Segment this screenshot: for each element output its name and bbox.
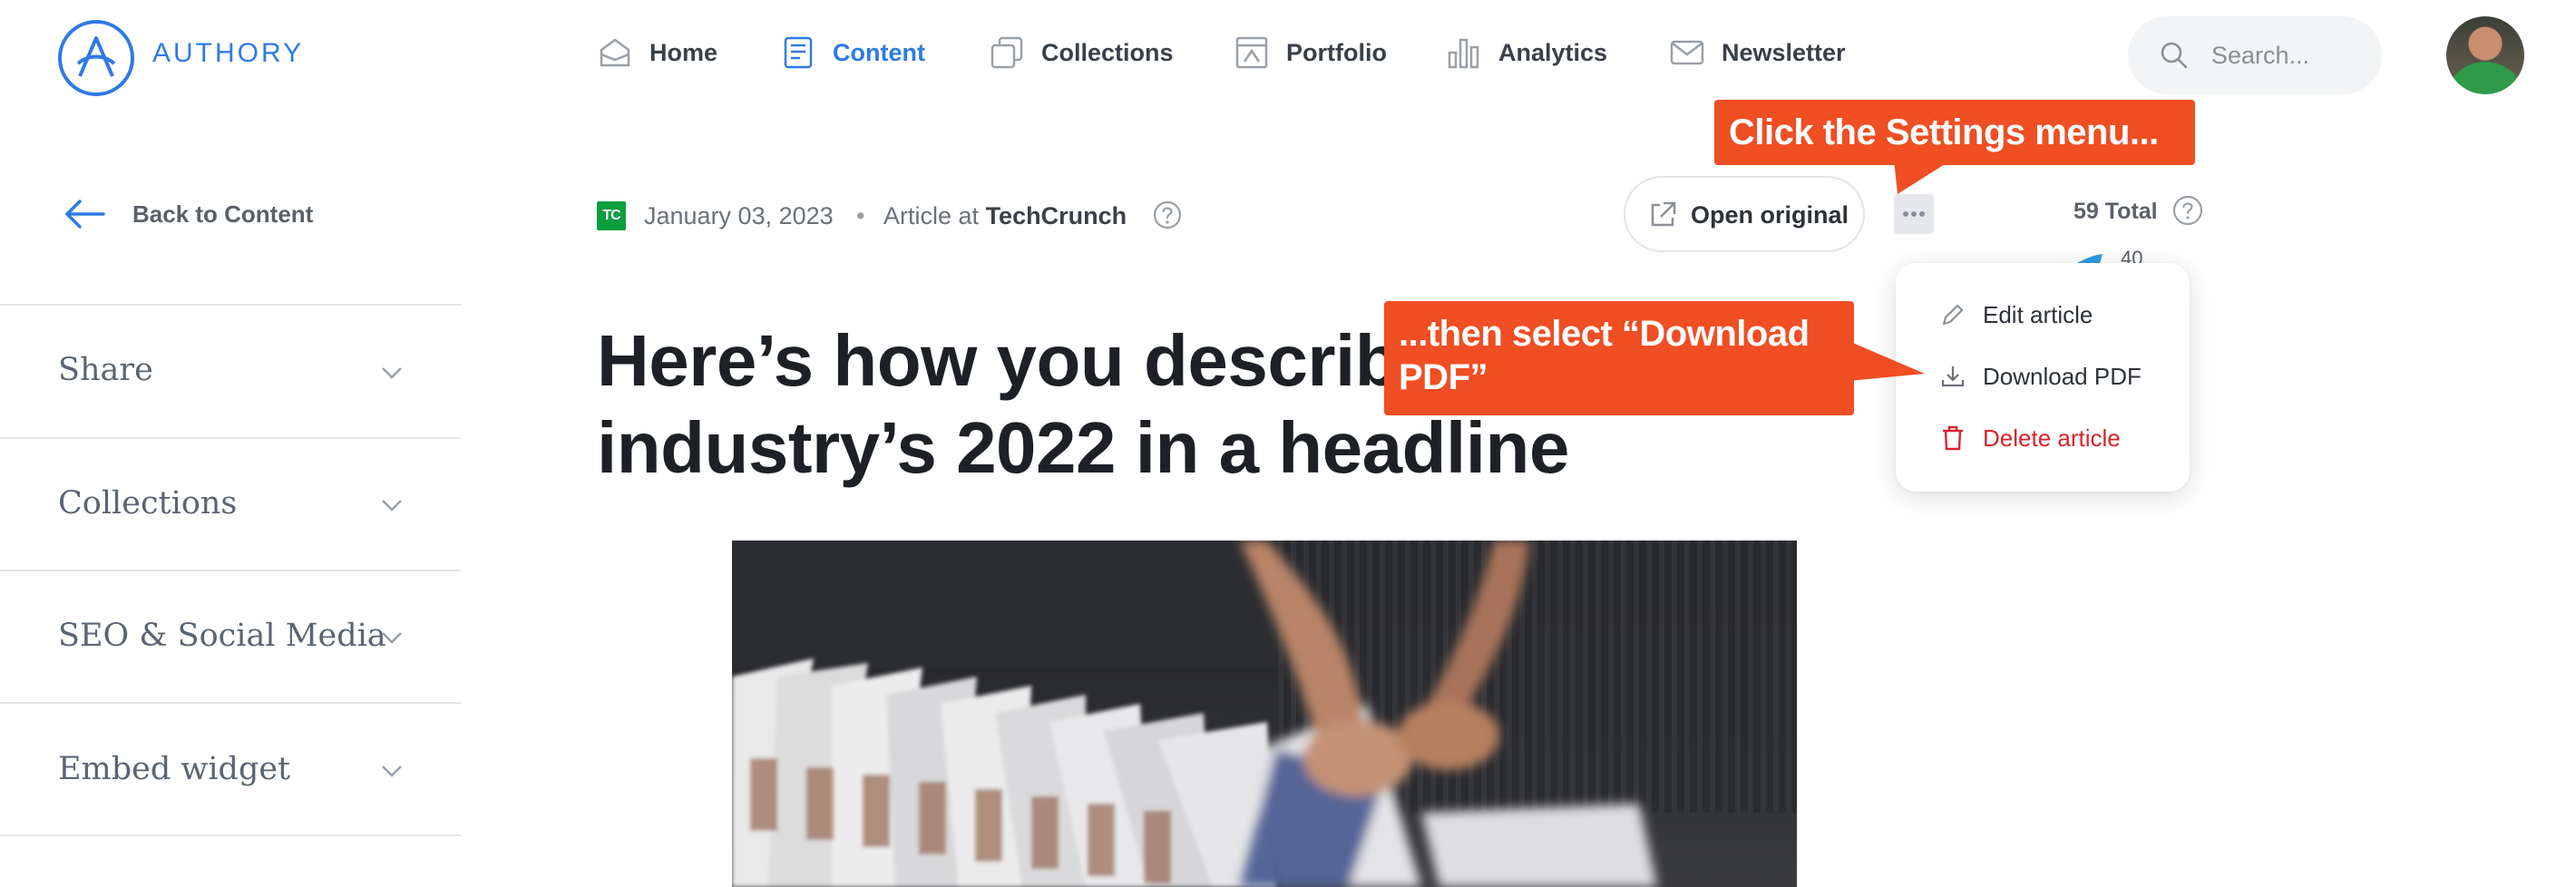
article-hero-image bbox=[732, 541, 1797, 887]
sidebar-section-seo[interactable]: SEO & Social Media bbox=[58, 616, 386, 656]
menu-item-label: Edit article bbox=[1983, 301, 2093, 328]
back-to-content-link[interactable]: Back to Content bbox=[132, 198, 313, 230]
newspaper-press-image bbox=[732, 541, 1797, 887]
chevron-down-icon[interactable] bbox=[379, 629, 405, 646]
article-type: Article at TechCrunch bbox=[883, 200, 1127, 232]
divider bbox=[0, 570, 461, 571]
sidebar-section-collections[interactable]: Collections bbox=[58, 483, 237, 523]
nav-content[interactable]: Content bbox=[780, 31, 925, 74]
headline-line-2: industry’s 2022 in a headline bbox=[597, 407, 1569, 488]
nav-newsletter[interactable]: Newsletter bbox=[1669, 31, 1846, 74]
divider bbox=[0, 834, 461, 836]
menu-item-label: Download PDF bbox=[1983, 363, 2142, 390]
arrow-left-icon[interactable] bbox=[63, 196, 107, 232]
chevron-down-icon[interactable] bbox=[379, 365, 405, 381]
authory-logo[interactable] bbox=[56, 18, 136, 98]
settings-dropdown-menu: Edit article Download PDF Delete article bbox=[1896, 263, 2190, 492]
article-type-prefix: Article at bbox=[883, 202, 980, 229]
nav-analytics[interactable]: Analytics bbox=[1446, 31, 1607, 74]
publication-name: TechCrunch bbox=[985, 202, 1127, 229]
meta-separator: • bbox=[856, 202, 865, 229]
nav-portfolio[interactable]: Portfolio bbox=[1234, 31, 1387, 74]
divider bbox=[0, 702, 461, 704]
sidebar-section-share[interactable]: Share bbox=[58, 350, 153, 390]
download-icon bbox=[1941, 366, 1965, 387]
menu-item-label: Delete article bbox=[1983, 424, 2121, 452]
nav-label: Home bbox=[649, 38, 718, 66]
article-date: January 03, 2023 bbox=[644, 202, 834, 229]
settings-menu-button[interactable] bbox=[1894, 194, 1934, 234]
nav-collections[interactable]: Collections bbox=[989, 31, 1174, 74]
bar-chart-icon bbox=[1448, 38, 1479, 69]
help-icon[interactable] bbox=[2171, 194, 2204, 227]
menu-item-edit-article[interactable]: Edit article bbox=[1896, 285, 2190, 345]
divider bbox=[0, 304, 461, 306]
envelope-icon bbox=[1670, 40, 1704, 65]
search-placeholder: Search... bbox=[2211, 42, 2310, 69]
techcrunch-logo: TC bbox=[597, 201, 626, 230]
trash-icon bbox=[1943, 425, 1963, 451]
nav-label: Analytics bbox=[1498, 38, 1608, 66]
more-dots-icon bbox=[1903, 211, 1925, 217]
nav-home[interactable]: Home bbox=[597, 31, 717, 74]
nav-label: Newsletter bbox=[1722, 38, 1846, 66]
portfolio-icon bbox=[1235, 36, 1268, 69]
document-icon bbox=[784, 36, 813, 69]
nav-label: Collections bbox=[1041, 38, 1174, 66]
sidebar-section-embed[interactable]: Embed widget bbox=[58, 749, 290, 789]
callout-step-1: Click the Settings menu... bbox=[1714, 100, 2195, 165]
callout-pointer bbox=[1849, 341, 1925, 381]
nav-label: Portfolio bbox=[1286, 38, 1387, 66]
user-avatar[interactable] bbox=[2446, 16, 2524, 94]
search-icon bbox=[2161, 42, 2188, 69]
help-icon[interactable] bbox=[1152, 200, 1183, 230]
divider bbox=[0, 437, 461, 439]
brand-name: AUTHORY bbox=[152, 38, 305, 68]
total-shares: 59 Total bbox=[2073, 199, 2158, 224]
nav-label: Content bbox=[833, 38, 925, 66]
home-icon bbox=[600, 38, 630, 67]
external-link-icon bbox=[1651, 201, 1676, 227]
pencil-icon bbox=[1942, 304, 1964, 326]
menu-item-delete-article[interactable]: Delete article bbox=[1896, 408, 2190, 468]
chevron-down-icon[interactable] bbox=[379, 763, 405, 779]
callout-step-2: ...then select “Download PDF” bbox=[1384, 301, 1854, 415]
twitter-count: 40 bbox=[2121, 249, 2143, 263]
chevron-down-icon[interactable] bbox=[379, 497, 405, 513]
menu-item-download-pdf[interactable]: Download PDF bbox=[1896, 346, 2190, 406]
callout-pointer bbox=[1894, 160, 1952, 194]
collections-icon bbox=[990, 36, 1023, 69]
open-original-label: Open original bbox=[1691, 201, 1849, 229]
